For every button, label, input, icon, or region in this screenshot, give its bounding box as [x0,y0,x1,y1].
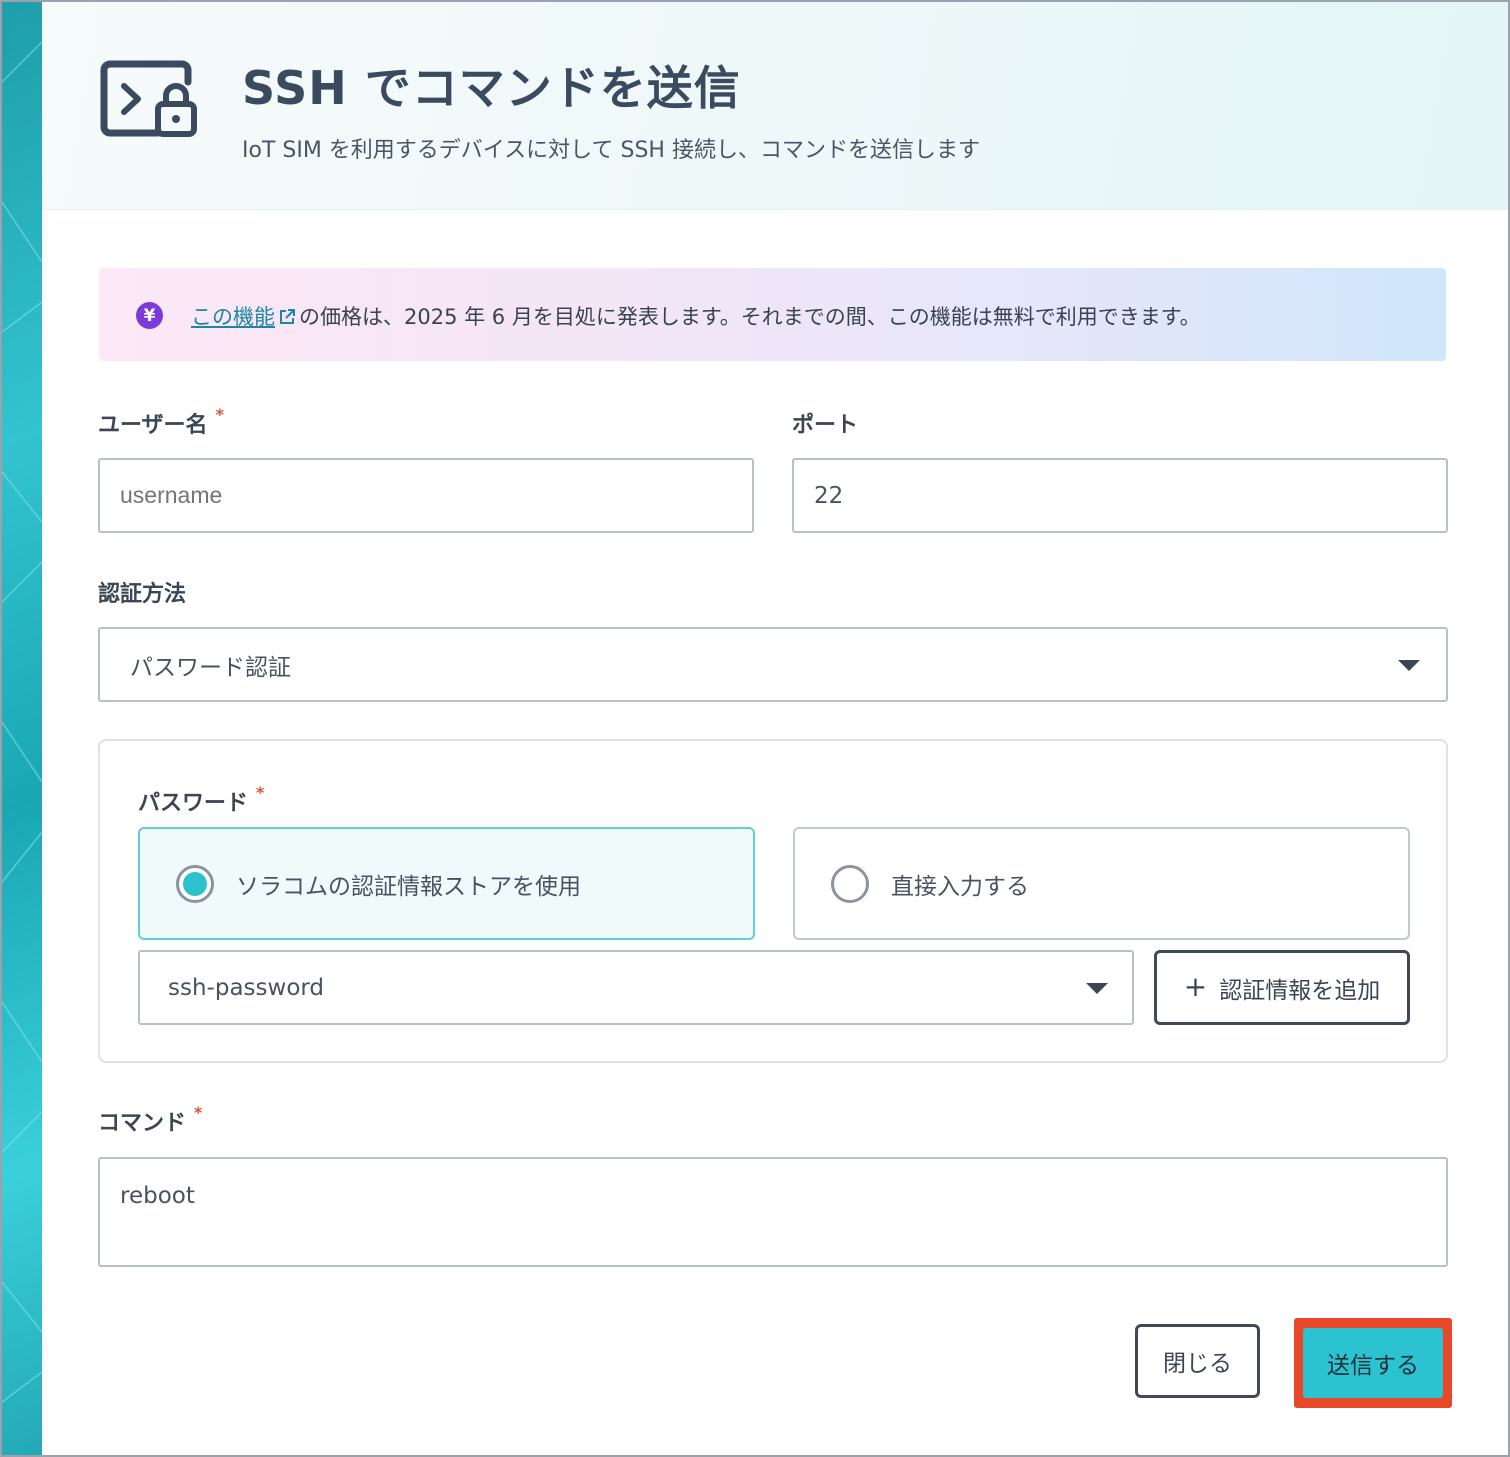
required-mark: * [215,405,224,424]
external-link-icon [278,307,296,325]
command-label: コマンド * [98,1103,203,1137]
password-label-text: パスワード [138,791,249,816]
pricing-notice: ¥ この機能 の価格は、2025 年 6 月を目処に発表します。それまでの間、こ… [99,268,1446,361]
add-credential-label: 認証情報を追加 [1219,977,1381,1004]
radio-credential-store[interactable]: ソラコムの認証情報ストアを使用 [138,827,755,940]
password-section: パスワード * ソラコムの認証情報ストアを使用 直接入力する ssh-passwo… [98,739,1448,1063]
password-label: パスワード * [138,783,265,817]
radio-direct-input-label: 直接入力する [891,873,1029,900]
decorative-side-strip [2,2,42,1455]
notice-message: この機能 の価格は、2025 年 6 月を目処に発表します。それまでの間、この機… [191,301,1201,331]
required-mark: * [256,783,265,802]
page-subtitle: IoT SIM を利用するデバイスに対して SSH 接続し、コマンドを送信します [242,138,980,163]
auth-method-select[interactable]: パスワード認証 [98,627,1448,702]
ssh-command-dialog: SSH でコマンドを送信 IoT SIM を利用するデバイスに対して SSH 接… [0,0,1510,1457]
command-value: reboot [120,1183,195,1209]
auth-method-label: 認証方法 [98,582,187,607]
radio-credential-store-label: ソラコムの認証情報ストアを使用 [236,873,581,900]
yen-icon: ¥ [136,302,163,329]
port-value: 22 [814,482,844,509]
chevron-down-icon [1086,983,1108,994]
radio-selected-icon [176,864,214,903]
chevron-down-icon [1398,660,1420,671]
notice-text: の価格は、2025 年 6 月を目処に発表します。それまでの間、この機能は無料で… [299,305,1201,329]
port-label: ポート [792,413,859,438]
credential-select[interactable]: ssh-password [138,950,1134,1025]
close-button[interactable]: 閉じる [1135,1324,1260,1398]
terminal-lock-icon [100,60,202,142]
feature-link[interactable]: この機能 [191,301,275,331]
radio-direct-input[interactable]: 直接入力する [793,827,1410,940]
close-button-label: 閉じる [1163,1351,1232,1377]
username-input[interactable] [98,458,754,533]
username-label-text: ユーザー名 [98,413,208,438]
required-mark: * [194,1103,203,1122]
plus-icon: + [1183,970,1208,1003]
credential-value: ssh-password [168,974,325,1001]
add-credential-button[interactable]: + 認証情報を追加 [1154,950,1410,1025]
auth-method-value: パスワード認証 [130,654,291,681]
command-textarea[interactable]: reboot [98,1157,1448,1267]
port-input[interactable]: 22 [792,458,1448,533]
username-label: ユーザー名 * [98,405,224,439]
send-button[interactable]: 送信する [1303,1328,1443,1398]
send-button-highlight: 送信する [1294,1318,1452,1408]
page-title: SSH でコマンドを送信 [242,61,741,115]
radio-unselected-icon [831,864,869,903]
dialog-header: SSH でコマンドを送信 IoT SIM を利用するデバイスに対して SSH 接… [42,2,1508,210]
command-label-text: コマンド [98,1111,187,1136]
send-button-label: 送信する [1327,1353,1419,1379]
